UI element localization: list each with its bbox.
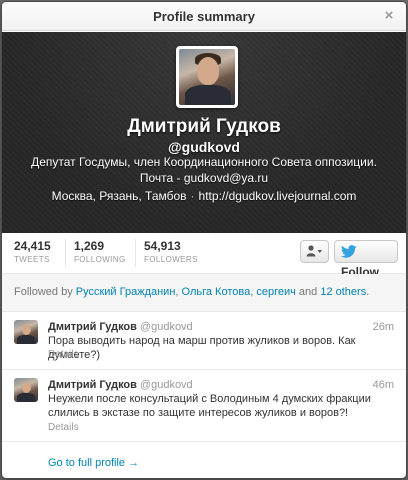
tweets-stat[interactable]: 24,415 TWEETS bbox=[14, 239, 51, 269]
following-count: 1,269 bbox=[74, 239, 105, 253]
tweet-item[interactable]: Дмитрий Гудков @gudkovd 46m Неужели после… bbox=[2, 370, 406, 442]
comma-separator: , bbox=[175, 286, 179, 298]
twitter-bird-icon bbox=[341, 245, 357, 259]
following-stat[interactable]: 1,269 FOLLOWING bbox=[74, 239, 126, 269]
profile-summary-dialog: Profile summary × Дмитрий Гудков @gudkov… bbox=[1, 1, 407, 479]
and-text: and bbox=[298, 286, 318, 298]
dialog-title: Profile summary bbox=[153, 9, 255, 24]
comma-separator: , bbox=[250, 286, 254, 298]
followers-count: 54,913 bbox=[144, 239, 181, 253]
tweet-author-handle[interactable]: @gudkovd bbox=[140, 379, 193, 391]
profile-header-card: Дмитрий Гудков @gudkovd Депутат Госдумы,… bbox=[2, 32, 406, 233]
avatar-image bbox=[179, 49, 235, 105]
follower-link[interactable]: Ольга Котова bbox=[182, 286, 251, 298]
stat-divider bbox=[65, 239, 66, 267]
others-link[interactable]: 12 others bbox=[320, 286, 366, 298]
period: . bbox=[366, 286, 370, 298]
following-label: FOLLOWING bbox=[74, 255, 126, 264]
followed-by-prefix: Followed by bbox=[14, 286, 73, 298]
profile-location: Москва, Рязань, Тамбов bbox=[51, 189, 187, 203]
tweet-text: Пора выводить народ на марш против жулик… bbox=[48, 335, 356, 361]
follower-link[interactable]: сергеич bbox=[256, 286, 296, 298]
avatar[interactable] bbox=[176, 46, 238, 108]
profile-full-name[interactable]: Дмитрий Гудков bbox=[2, 116, 406, 138]
tweet-text: Неужели после консультаций с Володиным 4… bbox=[48, 393, 371, 419]
user-dropdown-icon bbox=[306, 245, 322, 257]
followers-stat[interactable]: 54,913 FOLLOWERS bbox=[144, 239, 198, 269]
tweets-label: TWEETS bbox=[14, 255, 50, 264]
tweet-header: Дмитрий Гудков @gudkovd bbox=[48, 321, 193, 333]
profile-screen-name[interactable]: @gudkovd bbox=[2, 139, 406, 155]
dialog-header: Profile summary × bbox=[2, 2, 406, 31]
tweet-timestamp[interactable]: 26m bbox=[373, 321, 394, 333]
profile-url-link[interactable]: http://dgudkov.livejournal.com bbox=[199, 189, 357, 203]
user-actions-dropdown-button[interactable] bbox=[300, 240, 329, 263]
tweet-header: Дмитрий Гудков @gudkovd bbox=[48, 379, 193, 391]
follow-button[interactable]: Follow bbox=[334, 240, 398, 279]
tweet-details-link[interactable]: Details bbox=[48, 422, 79, 433]
go-to-full-profile-link[interactable]: Go to full profile → bbox=[48, 457, 139, 469]
separator-dot: · bbox=[190, 189, 195, 203]
tweets-count: 24,415 bbox=[14, 239, 51, 253]
tweet-details-link[interactable]: Details bbox=[48, 349, 79, 360]
stats-bar: 24,415 TWEETS 1,269 FOLLOWING 54,913 FOL… bbox=[2, 233, 406, 279]
follower-link[interactable]: Русский Гражданин bbox=[76, 286, 176, 298]
tweet-timestamp[interactable]: 46m bbox=[373, 379, 394, 391]
tweet-author-name[interactable]: Дмитрий Гудков bbox=[48, 379, 137, 391]
tweet-author-handle[interactable]: @gudkovd bbox=[140, 321, 193, 333]
tweet-author-name[interactable]: Дмитрий Гудков bbox=[48, 321, 137, 333]
tweet-avatar[interactable] bbox=[14, 378, 38, 402]
followers-label: FOLLOWERS bbox=[144, 255, 198, 264]
profile-bio: Депутат Госдумы, член Координационного С… bbox=[31, 155, 377, 185]
stat-divider bbox=[135, 239, 136, 267]
close-icon[interactable]: × bbox=[381, 8, 397, 24]
location-url-line: Москва, Рязань, Тамбов · http://dgudkov.li… bbox=[2, 189, 406, 203]
followed-by-bar: Followed by Русский Гражданин, Ольга Кот… bbox=[2, 274, 406, 312]
tweet-avatar[interactable] bbox=[14, 320, 38, 344]
tweet-item[interactable]: Дмитрий Гудков @gudkovd 26m Пора выводить… bbox=[2, 312, 406, 370]
